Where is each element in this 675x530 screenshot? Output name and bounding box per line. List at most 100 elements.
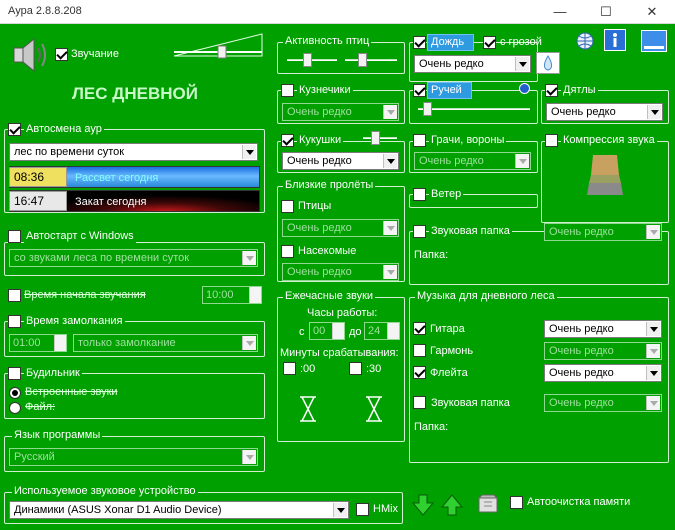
- auto-change-label: Автосмена аур: [24, 123, 104, 136]
- alarm-label: Будильник: [24, 367, 82, 380]
- language-dropdown[interactable]: Русский: [9, 448, 258, 466]
- music-folder-freq-dropdown[interactable]: Очень редко: [544, 394, 662, 412]
- start-time-spinner[interactable]: 10:00: [202, 286, 262, 304]
- spinner-arrows-icon[interactable]: [249, 287, 261, 303]
- spinner-arrows-icon[interactable]: [387, 323, 399, 339]
- spinner-arrows-icon[interactable]: [54, 335, 66, 351]
- folder-path-label: Папка:: [414, 249, 449, 261]
- spinner-arrows-icon[interactable]: [332, 323, 344, 339]
- download-arrow-icon[interactable]: [410, 493, 436, 517]
- hourglass-00-icon[interactable]: [296, 395, 320, 423]
- cuckoo-checkbox[interactable]: [281, 134, 294, 147]
- chevron-down-icon: [383, 265, 397, 279]
- title-bar: Аура 2.8.8.208 — ☐ ✕: [0, 0, 675, 24]
- info-icon[interactable]: [604, 29, 626, 51]
- rain-freq-dropdown[interactable]: Очень редко: [414, 55, 531, 73]
- flyby-insects-freq-value: Очень редко: [287, 266, 352, 278]
- music-accordion-label: Гармонь: [430, 345, 474, 357]
- music-folder-checkbox[interactable]: [413, 396, 426, 409]
- alarm-file-radio[interactable]: [9, 402, 21, 414]
- lock-time-checkbox[interactable]: [8, 315, 21, 328]
- music-accordion-checkbox[interactable]: [413, 344, 426, 357]
- autostart-checkbox[interactable]: [8, 230, 21, 243]
- minimize-to-tray-icon[interactable]: [641, 30, 667, 52]
- compression-checkbox[interactable]: [545, 134, 558, 147]
- flyby-insects-checkbox[interactable]: [281, 245, 294, 258]
- stream-slider-thumb[interactable]: [423, 102, 433, 116]
- hours-label: Часы работы:: [307, 307, 378, 319]
- chevron-down-icon: [383, 221, 397, 235]
- memory-checkbox[interactable]: [510, 496, 523, 509]
- thunder-checkbox[interactable]: [483, 36, 496, 49]
- minute-30-checkbox[interactable]: [349, 362, 362, 375]
- sound-checkbox[interactable]: [55, 48, 68, 61]
- chevron-down-icon: [646, 396, 660, 410]
- alarm-builtin-radio[interactable]: [9, 387, 21, 399]
- music-flute-freq-dropdown[interactable]: Очень редко: [544, 364, 662, 382]
- auto-change-checkbox[interactable]: [8, 123, 21, 136]
- rooks-freq-dropdown[interactable]: Очень редко: [414, 152, 531, 170]
- cuckoo-slider[interactable]: [363, 137, 397, 139]
- minimize-button[interactable]: —: [537, 0, 583, 24]
- chevron-down-icon: [646, 225, 660, 239]
- flyby-insects-freq-dropdown[interactable]: Очень редко: [282, 263, 399, 281]
- sunrise-time[interactable]: 08:36: [9, 167, 67, 187]
- birds-slider-2-thumb[interactable]: [357, 53, 367, 67]
- flyby-birds-freq-dropdown[interactable]: Очень редко: [282, 219, 399, 237]
- chevron-down-icon: [646, 366, 660, 380]
- hourly-label: Ежечасные звуки: [283, 290, 376, 303]
- scene-title: ЛЕС ДНЕВНОЙ: [72, 84, 198, 103]
- grasshoppers-freq-dropdown[interactable]: Очень редко: [282, 103, 399, 121]
- chevron-down-icon: [333, 503, 347, 517]
- settings-globe-icon[interactable]: [574, 30, 596, 52]
- hours-from-spinner[interactable]: 00: [309, 322, 345, 340]
- minute-00-checkbox[interactable]: [283, 362, 296, 375]
- folder-freq-dropdown[interactable]: Очень редко: [544, 223, 662, 241]
- raindrop-icon[interactable]: [536, 52, 560, 74]
- music-accordion-freq-dropdown[interactable]: Очень редко: [544, 342, 662, 360]
- rain-checkbox[interactable]: [413, 36, 426, 49]
- upload-arrow-icon[interactable]: [439, 493, 465, 517]
- lock-mode-dropdown[interactable]: только замолкание: [73, 334, 258, 352]
- hmix-checkbox[interactable]: [356, 503, 369, 516]
- woodpecker-checkbox[interactable]: [545, 84, 558, 97]
- hours-from-value: 00: [313, 325, 326, 337]
- music-guitar-freq-dropdown[interactable]: Очень редко: [544, 320, 662, 338]
- chevron-down-icon: [242, 145, 256, 159]
- close-button[interactable]: ✕: [629, 0, 675, 24]
- autostart-mode-dropdown[interactable]: со звуками леса по времени суток: [9, 249, 258, 267]
- sunset-time[interactable]: 16:47: [9, 191, 67, 211]
- maximize-button[interactable]: ☐: [583, 0, 629, 24]
- rain-freq-value: Очень редко: [419, 58, 484, 70]
- auto-change-mode-dropdown[interactable]: лес по времени суток: [9, 143, 258, 161]
- woodpecker-freq-dropdown[interactable]: Очень редко: [546, 103, 663, 121]
- music-folder-freq-value: Очень редко: [549, 397, 614, 409]
- rooks-checkbox[interactable]: [413, 134, 426, 147]
- music-label: Музыка для дневного леса: [415, 290, 557, 303]
- hours-to-spinner[interactable]: 24: [364, 322, 400, 340]
- birds-slider-2[interactable]: [345, 59, 397, 61]
- stream-slider[interactable]: [418, 108, 530, 110]
- stream-checkbox[interactable]: [413, 84, 426, 97]
- hourglass-30-icon[interactable]: [362, 395, 386, 423]
- alarm-checkbox[interactable]: [8, 367, 21, 380]
- grasshoppers-checkbox[interactable]: [281, 84, 294, 97]
- lock-time-value: 01:00: [13, 337, 41, 349]
- flyby-birds-checkbox[interactable]: [281, 200, 294, 213]
- language-value: Русский: [14, 451, 55, 463]
- music-flute-checkbox[interactable]: [413, 366, 426, 379]
- birds-slider-1-thumb[interactable]: [303, 53, 313, 67]
- device-dropdown[interactable]: Динамики (ASUS Xonar D1 Audio Device): [9, 501, 349, 519]
- chevron-down-icon: [646, 344, 660, 358]
- speaker-icon[interactable]: [10, 36, 52, 74]
- lock-time-spinner[interactable]: 01:00: [9, 334, 67, 352]
- music-path-label: Папка:: [414, 421, 449, 433]
- wind-checkbox[interactable]: [413, 188, 426, 201]
- memory-clean-icon[interactable]: [476, 492, 500, 516]
- volume-slider[interactable]: [172, 30, 266, 62]
- folder-checkbox[interactable]: [413, 225, 426, 238]
- cuckoo-freq-dropdown[interactable]: Очень редко: [282, 152, 399, 170]
- cuckoo-slider-thumb[interactable]: [370, 131, 380, 145]
- start-time-checkbox[interactable]: [8, 289, 21, 302]
- music-guitar-checkbox[interactable]: [413, 322, 426, 335]
